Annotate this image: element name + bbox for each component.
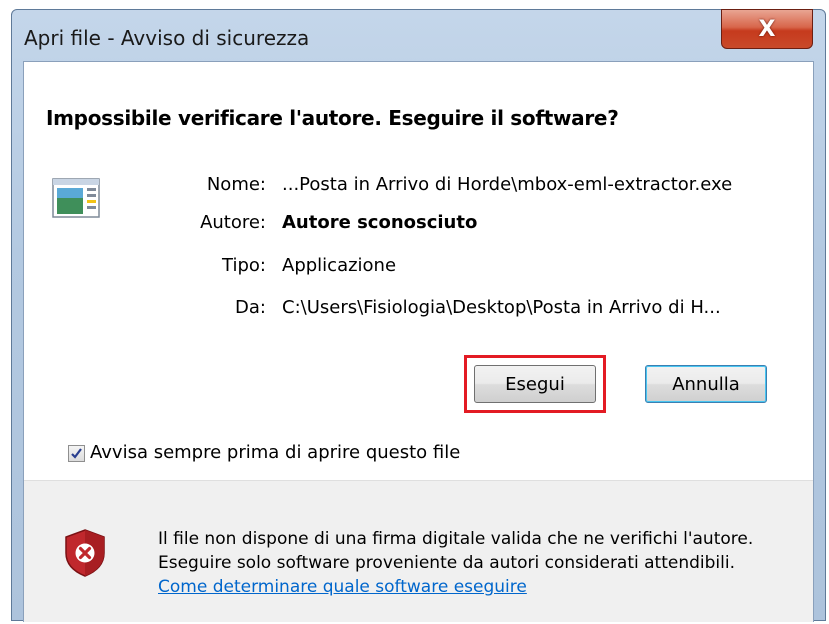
detail-value-type: Applicazione: [282, 255, 397, 276]
detail-value-author: Autore sconosciuto: [282, 212, 478, 233]
security-warning-dialog: Apri file - Avviso di sicurezza X Imposs…: [11, 9, 826, 622]
footer-text-line-1: Il file non dispone di una firma digital…: [158, 529, 754, 549]
cancel-button[interactable]: Annulla: [645, 365, 767, 403]
always-warn-label[interactable]: Avvisa sempre prima di aprire questo fil…: [90, 442, 460, 463]
checkmark-icon: [71, 448, 82, 459]
detail-label-name: Nome:: [206, 174, 266, 195]
run-button[interactable]: Esegui: [474, 365, 596, 403]
detail-label-from: Da:: [235, 297, 266, 318]
detail-label-author: Autore:: [200, 212, 266, 233]
detail-value-from: C:\Users\Fisiologia\Desktop\Posta in Arr…: [282, 297, 721, 318]
security-warning-shield-icon: [65, 529, 105, 577]
close-icon: X: [758, 16, 776, 42]
help-link[interactable]: Come determinare quale software eseguire: [158, 577, 527, 597]
title-bar[interactable]: Apri file - Avviso di sicurezza X: [12, 9, 825, 62]
always-warn-checkbox[interactable]: [68, 445, 85, 462]
footer-text-line-2: Eseguire solo software proveniente da au…: [158, 553, 736, 573]
security-footer: Il file non dispone di una firma digital…: [24, 480, 813, 622]
detail-label-type: Tipo:: [222, 255, 266, 276]
detail-value-name: ...Posta in Arrivo di Horde\mbox-eml-ext…: [282, 174, 733, 195]
window-title: Apri file - Avviso di sicurezza: [24, 26, 310, 50]
dialog-body: Impossibile verificare l'autore. Eseguir…: [23, 61, 814, 622]
dialog-heading: Impossibile verificare l'autore. Eseguir…: [46, 106, 619, 130]
application-icon: [52, 178, 100, 218]
close-button[interactable]: X: [721, 9, 813, 49]
